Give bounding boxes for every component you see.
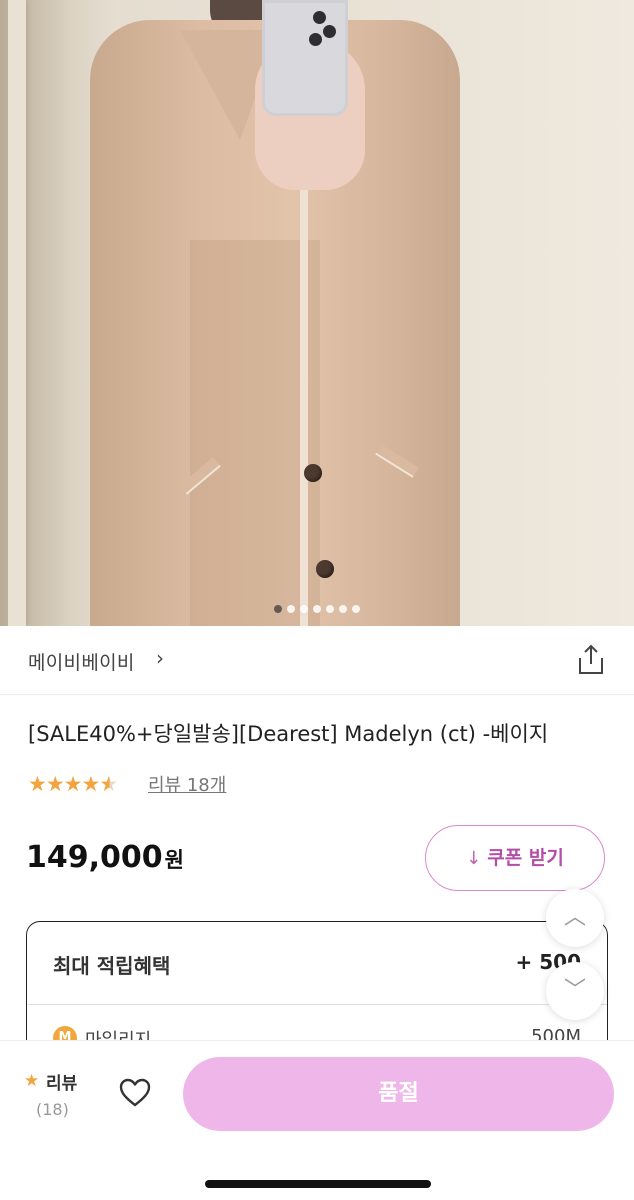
star-icon: ★ bbox=[63, 772, 83, 796]
product-image[interactable] bbox=[0, 0, 634, 626]
pagination-dot[interactable] bbox=[326, 605, 334, 613]
price-amount: 149,000 bbox=[26, 840, 163, 875]
star-icon: ★ bbox=[28, 772, 47, 796]
scroll-up-button[interactable]: ︿ bbox=[546, 889, 604, 947]
benefit-title: 최대 적립혜택 bbox=[53, 954, 171, 978]
home-indicator[interactable] bbox=[205, 1180, 431, 1188]
soldout-button[interactable]: 품절 bbox=[183, 1057, 614, 1131]
image-door-frame bbox=[8, 0, 26, 626]
image-phone bbox=[262, 0, 348, 116]
image-placket bbox=[300, 140, 308, 626]
pagination-dot[interactable] bbox=[274, 605, 282, 613]
chevron-up-icon: ︿ bbox=[563, 905, 586, 930]
half-star-icon: ★ bbox=[99, 772, 119, 796]
star-icon: ★ bbox=[24, 1071, 40, 1091]
heart-icon[interactable] bbox=[118, 1076, 152, 1110]
image-phone-camera bbox=[323, 25, 336, 38]
bottom-review-count[interactable]: (18) bbox=[36, 1100, 69, 1119]
review-count-link[interactable]: 리뷰 18개 bbox=[148, 771, 226, 797]
bottom-action-bar: ★ 리뷰 (18) 품절 bbox=[0, 1041, 634, 1200]
price-unit: 원 bbox=[164, 848, 184, 872]
brand-row: 메이비베이비 › bbox=[0, 626, 634, 695]
get-coupon-button[interactable]: ↓ 쿠폰 받기 bbox=[425, 825, 605, 891]
share-icon[interactable] bbox=[574, 642, 608, 678]
coupon-button-label: 쿠폰 받기 bbox=[487, 847, 564, 869]
download-icon: ↓ bbox=[466, 847, 482, 869]
pagination-dot[interactable] bbox=[313, 605, 321, 613]
image-coat-button bbox=[316, 560, 334, 578]
product-price: 149,000원 bbox=[26, 840, 184, 875]
chevron-down-icon: ﹀ bbox=[563, 978, 586, 1003]
scroll-down-button[interactable]: ﹀ bbox=[546, 962, 604, 1020]
star-icon: ★ bbox=[81, 772, 101, 796]
image-phone-camera bbox=[313, 11, 326, 24]
star-icon: ★ bbox=[45, 772, 65, 796]
divider bbox=[27, 1004, 607, 1005]
chevron-right-icon[interactable]: › bbox=[156, 646, 164, 670]
rating-stars: ★★★★★ bbox=[28, 772, 119, 796]
image-pagination[interactable] bbox=[0, 598, 634, 617]
brand-name-link[interactable]: 메이비베이비 bbox=[28, 648, 135, 675]
image-coat-button bbox=[304, 464, 322, 482]
product-title: [SALE40%+당일발송][Dearest] Madelyn (ct) -베이… bbox=[28, 722, 549, 746]
pagination-dot[interactable] bbox=[300, 605, 308, 613]
pagination-dot[interactable] bbox=[339, 605, 347, 613]
bottom-review-label[interactable]: 리뷰 bbox=[46, 1069, 77, 1094]
pagination-dot[interactable] bbox=[287, 605, 295, 613]
image-phone-camera bbox=[309, 33, 322, 46]
pagination-dot[interactable] bbox=[352, 605, 360, 613]
